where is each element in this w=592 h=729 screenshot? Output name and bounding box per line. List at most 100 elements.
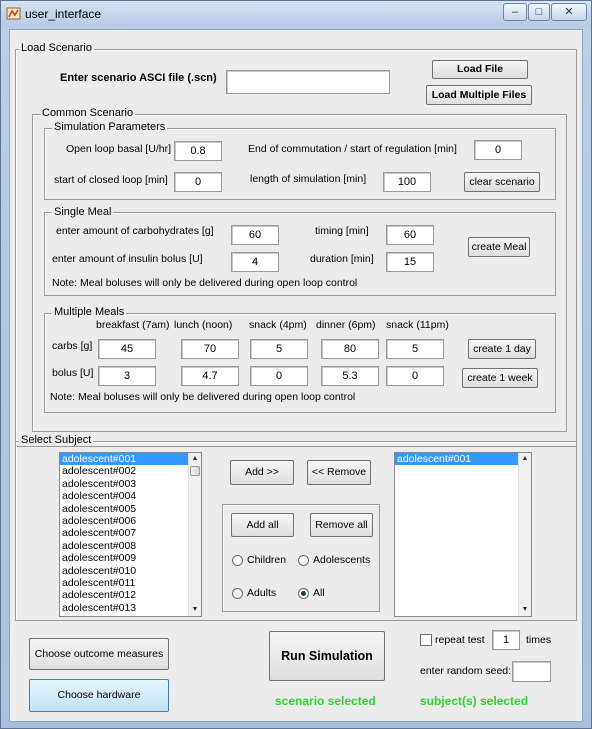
list-item[interactable]: adolescent#005 [60,503,201,515]
radio-children-label: Children [247,554,287,566]
simulation-parameters-legend: Simulation Parameters [52,121,168,133]
list-item[interactable]: adolescent#013 [60,602,201,614]
run-simulation-button[interactable]: Run Simulation [269,631,385,681]
available-subjects-list[interactable]: adolescent#001 adolescent#002 adolescent#0… [59,452,202,617]
selected-subjects-items: adolescent#001 [395,453,531,466]
carbs-input-snack-11pm[interactable]: 5 [386,339,444,359]
remove-all-button[interactable]: Remove all [310,513,373,537]
radio-adolescents-label: Adolescents [313,554,371,566]
list-item[interactable]: adolescent#011 [60,577,201,589]
radio-adolescents[interactable] [298,555,309,566]
open-loop-basal-label: Open loop basal [U/hr] [66,143,172,155]
list-item[interactable]: adolescent#002 [60,465,201,477]
create-1-week-button[interactable]: create 1 week [462,368,538,388]
list-item[interactable]: adolescent#001 [60,453,201,466]
single-meal-legend: Single Meal [52,206,114,218]
carbohydrates-label: enter amount of carbohydrates [g] [56,225,214,237]
end-commutation-label: End of commutation / start of regulation… [248,143,457,155]
scroll-thumb[interactable] [190,466,200,476]
radio-adults[interactable] [232,588,243,599]
create-meal-button[interactable]: create Meal [468,237,530,257]
close-button[interactable]: ✕ [551,3,587,21]
create-1-day-button[interactable]: create 1 day [468,339,536,359]
meal-column-header: breakfast (7am) [96,319,170,331]
selected-subjects-scrollbar[interactable]: ▲ ▼ [518,453,531,616]
random-seed-label: enter random seed: [420,665,512,677]
maximize-button[interactable]: □ [528,3,550,21]
close-icon: ✕ [564,6,574,18]
load-scenario-legend: Load Scenario [19,42,94,54]
simulation-length-label: length of simulation [min] [250,173,367,185]
carbs-input-lunch[interactable]: 70 [181,339,239,359]
scroll-down-icon[interactable]: ▼ [189,604,201,616]
single-meal-note: Note: Meal boluses will only be delivere… [52,277,358,289]
carbs-row-label: carbs [g] [52,340,93,352]
random-seed-input[interactable] [512,661,551,682]
list-item[interactable]: adolescent#012 [60,589,201,601]
maximize-icon: □ [535,6,543,18]
timing-label: timing [min] [315,225,369,237]
multiple-meals-legend: Multiple Meals [52,306,127,318]
radio-children[interactable] [232,555,243,566]
insulin-bolus-label: enter amount of insulin bolus [U] [52,253,203,265]
end-commutation-input[interactable]: 0 [474,140,522,160]
open-loop-basal-input[interactable]: 0.8 [174,141,222,161]
bolus-input-snack-4pm[interactable]: 0 [250,366,308,386]
radio-all-label: All [313,587,325,599]
duration-label: duration [min] [310,253,374,265]
matlab-figure-icon [6,7,21,20]
load-multiple-files-button[interactable]: Load Multiple Files [426,85,532,105]
start-closed-loop-input[interactable]: 0 [174,172,222,192]
list-item[interactable]: adolescent#003 [60,478,201,490]
title-bar[interactable]: user_interface – □ ✕ [1,1,591,27]
list-item[interactable]: adolescent#006 [60,515,201,527]
subject-status: subject(s) selected [420,694,529,708]
carbs-input-snack-4pm[interactable]: 5 [250,339,308,359]
minimize-button[interactable]: – [503,3,527,21]
insulin-bolus-input[interactable]: 4 [231,252,279,272]
single-meal-carbs-input[interactable]: 60 [231,225,279,245]
repeat-count-input[interactable]: 1 [492,630,520,650]
list-item[interactable]: adolescent#009 [60,552,201,564]
scenario-file-label: Enter scenario ASCI file (.scn) [60,72,217,84]
times-label: times [526,634,552,646]
list-item[interactable]: adolescent#008 [60,540,201,552]
meal-column-header: snack (11pm) [386,319,449,331]
start-closed-loop-label: start of closed loop [min] [54,174,168,186]
common-scenario-legend: Common Scenario [40,107,136,119]
app-window: user_interface – □ ✕ Load Scenario Enter… [0,0,592,729]
repeat-test-checkbox[interactable] [420,634,432,646]
scroll-up-icon[interactable]: ▲ [189,453,201,465]
available-subjects-scrollbar[interactable]: ▲ ▼ [188,453,201,616]
bolus-input-breakfast[interactable]: 3 [98,366,156,386]
radio-all[interactable] [298,588,309,599]
scroll-up-icon[interactable]: ▲ [519,453,531,465]
list-item[interactable]: adolescent#010 [60,565,201,577]
choose-outcome-measures-button[interactable]: Choose outcome measures [29,638,169,670]
bolus-input-lunch[interactable]: 4.7 [181,366,239,386]
simulation-length-input[interactable]: 100 [383,172,431,192]
meal-column-header: dinner (6pm) [316,319,376,331]
list-item[interactable]: adolescent#004 [60,490,201,502]
bolus-input-dinner[interactable]: 5.3 [321,366,379,386]
selected-subjects-list[interactable]: adolescent#001 ▲ ▼ [394,452,532,617]
timing-input[interactable]: 60 [386,225,434,245]
minimize-icon: – [511,6,519,18]
list-item[interactable]: adolescent#007 [60,527,201,539]
scenario-file-input[interactable] [226,70,390,94]
duration-input[interactable]: 15 [386,252,434,272]
bolus-input-snack-11pm[interactable]: 0 [386,366,444,386]
scenario-status: scenario selected [275,694,376,708]
add-all-button[interactable]: Add all [231,513,294,537]
clear-scenario-button[interactable]: clear scenario [464,172,540,192]
carbs-input-breakfast[interactable]: 45 [98,339,156,359]
remove-subject-button[interactable]: << Remove [307,460,371,485]
carbs-input-dinner[interactable]: 80 [321,339,379,359]
list-item[interactable]: adolescent#001 [395,453,531,466]
scroll-down-icon[interactable]: ▼ [519,604,531,616]
window-title: user_interface [25,7,102,21]
bolus-row-label: bolus [U] [52,367,94,379]
choose-hardware-button[interactable]: Choose hardware [29,679,169,712]
add-subject-button[interactable]: Add >> [230,460,294,485]
load-file-button[interactable]: Load File [432,60,528,79]
